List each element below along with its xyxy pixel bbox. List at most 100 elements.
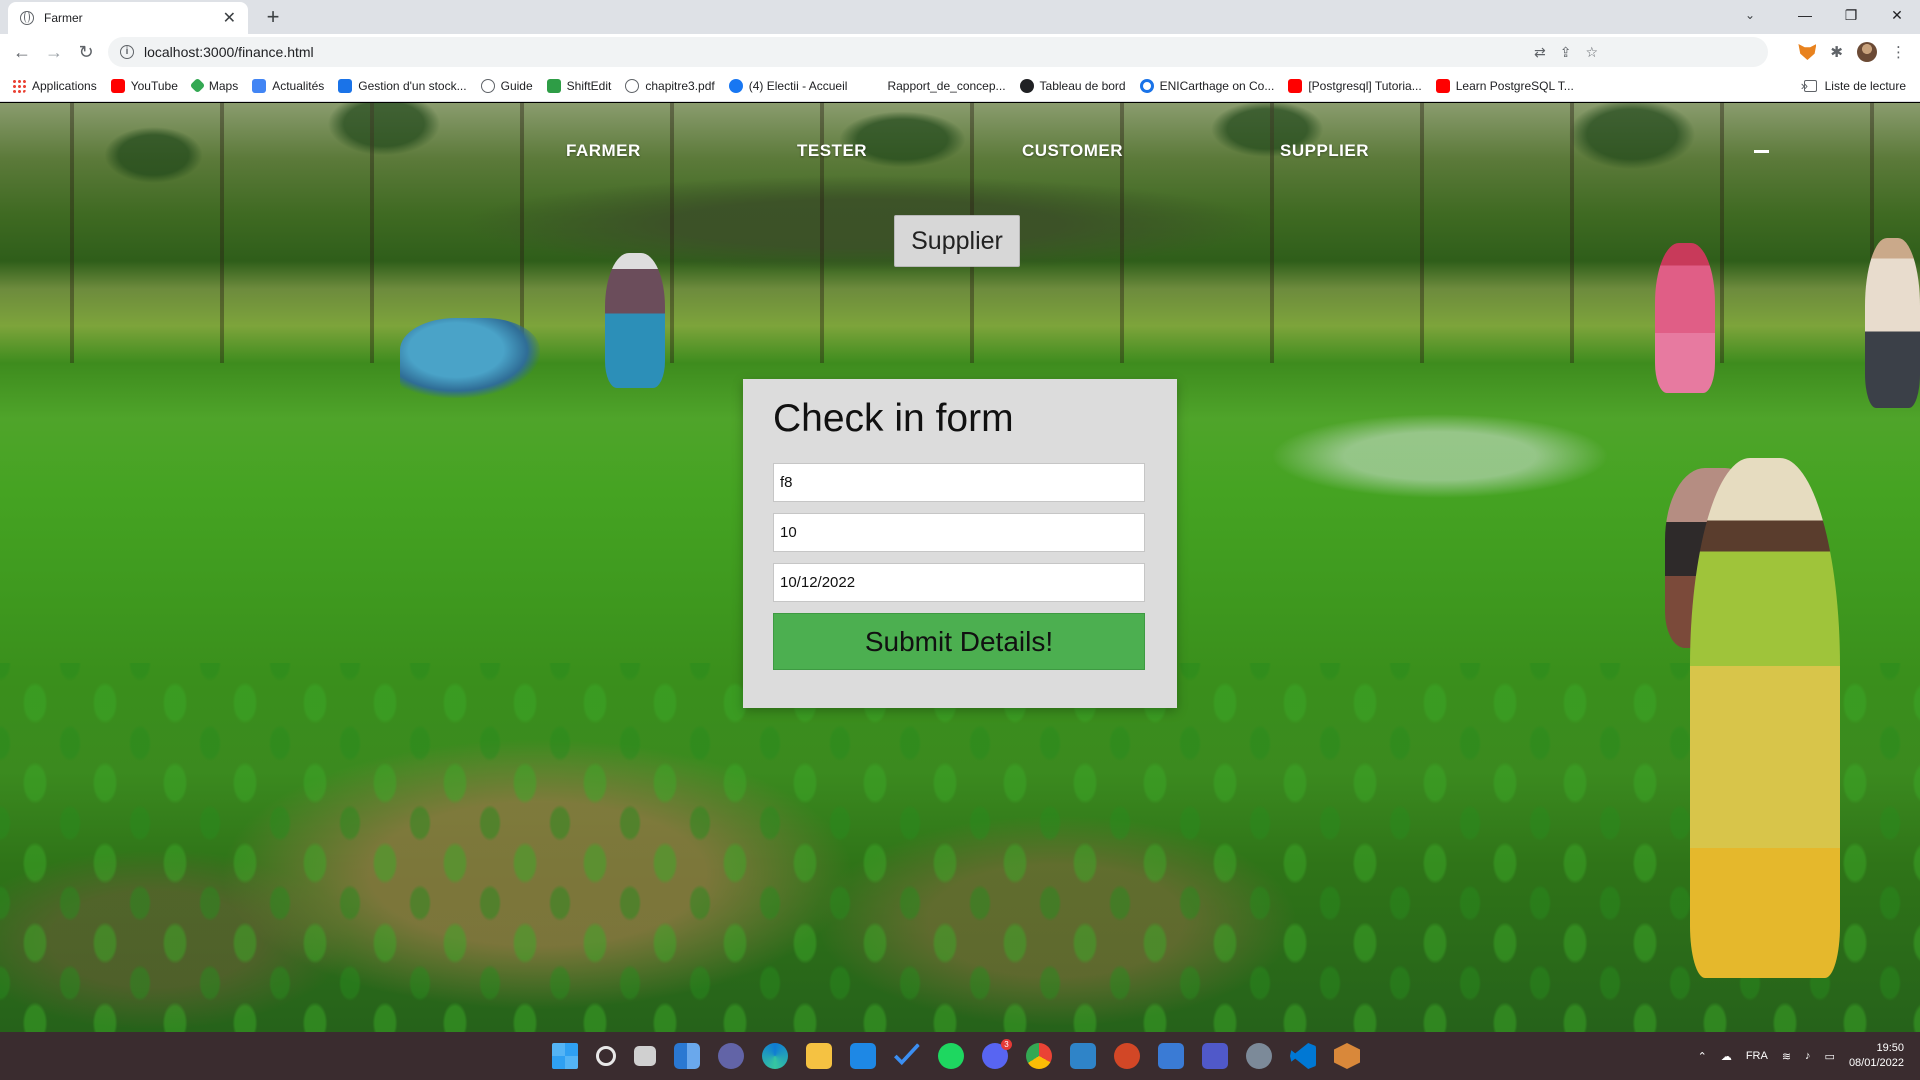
bookmark-tableau-de-bord[interactable]: Tableau de bord bbox=[1019, 78, 1126, 93]
package-box-icon[interactable] bbox=[1334, 1043, 1360, 1069]
url-text[interactable]: localhost:3000/finance.html bbox=[144, 44, 314, 60]
wifi-icon[interactable]: ≋ bbox=[1782, 1050, 1791, 1063]
clock-time: 19:50 bbox=[1876, 1042, 1904, 1054]
tab-close-icon[interactable]: ✕ bbox=[223, 8, 236, 28]
bookmark-actualites[interactable]: Actualités bbox=[252, 78, 324, 93]
reading-list-button[interactable]: Liste de lecture bbox=[1803, 70, 1906, 102]
translate-icon[interactable]: ⇄ bbox=[1534, 44, 1546, 61]
facebook-icon bbox=[728, 78, 743, 93]
youtube-icon bbox=[1435, 78, 1450, 93]
field-quantity-input[interactable] bbox=[773, 513, 1145, 552]
address-bar[interactable]: i localhost:3000/finance.html ⇄ ⇪ ☆ bbox=[108, 37, 1768, 67]
bookmark-guide[interactable]: Guide bbox=[480, 78, 533, 93]
background-farmer-figure bbox=[1865, 238, 1920, 408]
share-icon[interactable]: ⇪ bbox=[1560, 44, 1572, 61]
bookmark-electii[interactable]: (4) Electii - Accueil bbox=[728, 78, 847, 93]
bookmarks-bar: Applications YouTube Maps Actualités Ges… bbox=[0, 70, 1920, 102]
taskbar-pinned-apps: 3 bbox=[552, 1032, 1360, 1080]
field-date-input[interactable] bbox=[773, 563, 1145, 602]
spotify-icon[interactable] bbox=[938, 1043, 964, 1069]
bookmark-youtube[interactable]: YouTube bbox=[110, 78, 178, 93]
teams-icon[interactable] bbox=[1202, 1043, 1228, 1069]
task-view-icon[interactable] bbox=[634, 1046, 656, 1066]
bookmark-gestion-stock[interactable]: Gestion d'un stock... bbox=[338, 78, 467, 93]
discord-icon[interactable]: 3 bbox=[982, 1039, 1012, 1069]
input-language[interactable]: FRA bbox=[1746, 1050, 1768, 1062]
remote-desktop-icon[interactable] bbox=[1158, 1043, 1184, 1069]
todo-check-icon[interactable] bbox=[894, 1043, 920, 1066]
photos-icon[interactable] bbox=[1070, 1043, 1096, 1069]
nav-supplier[interactable]: SUPPLIER bbox=[1280, 141, 1369, 161]
bookmark-postgresql-tutorial[interactable]: [Postgresql] Tutoria... bbox=[1288, 78, 1422, 93]
profile-avatar[interactable] bbox=[1857, 42, 1877, 62]
background-rice-seedlings bbox=[0, 663, 1920, 1032]
widgets-icon[interactable] bbox=[674, 1043, 700, 1069]
globe-icon bbox=[20, 11, 34, 25]
browser-toolbar: ← → ↻ i localhost:3000/finance.html ⇄ ⇪ … bbox=[0, 34, 1920, 70]
bookmark-applications[interactable]: Applications bbox=[12, 78, 97, 93]
mail-icon[interactable] bbox=[850, 1043, 876, 1069]
windows-taskbar: 3 ⌃ ☁ FRA ≋ ♪ ▭ 19:50 08/01/2022 bbox=[0, 1032, 1920, 1080]
submit-details-button[interactable]: Submit Details! bbox=[773, 613, 1145, 670]
nav-tester[interactable]: TESTER bbox=[797, 141, 867, 161]
menu-kebab-icon[interactable]: ⋮ bbox=[1891, 43, 1906, 61]
windows-start-icon[interactable] bbox=[552, 1043, 578, 1069]
battery-icon[interactable]: ▭ bbox=[1825, 1050, 1835, 1063]
reload-icon[interactable]: ↻ bbox=[72, 38, 100, 66]
globe-icon bbox=[480, 78, 495, 93]
clock[interactable]: 19:50 08/01/2022 bbox=[1849, 1041, 1904, 1071]
bookmark-learn-postgresql[interactable]: Learn PostgreSQL T... bbox=[1435, 78, 1574, 93]
onedrive-cloud-icon[interactable]: ☁ bbox=[1721, 1050, 1732, 1063]
back-arrow-icon[interactable]: ← bbox=[8, 38, 36, 66]
bookmark-maps[interactable]: Maps bbox=[189, 77, 238, 94]
bookmark-star-icon[interactable]: ☆ bbox=[1585, 44, 1598, 61]
settings-gear-icon[interactable] bbox=[1246, 1043, 1272, 1069]
minimize-icon[interactable]: — bbox=[1782, 0, 1828, 30]
window-controls: — ❐ ✕ bbox=[1782, 0, 1920, 30]
coursera-icon bbox=[1139, 78, 1154, 93]
supplier-role-button[interactable]: Supplier bbox=[894, 215, 1020, 267]
browser-tab[interactable]: Farmer ✕ bbox=[8, 2, 248, 34]
field-id-input[interactable] bbox=[773, 463, 1145, 502]
youtube-icon bbox=[110, 78, 125, 93]
menu-toggle-icon[interactable] bbox=[1754, 150, 1769, 153]
nav-farmer[interactable]: FARMER bbox=[566, 141, 641, 161]
extensions-puzzle-icon[interactable]: ✱ bbox=[1830, 43, 1843, 61]
edge-browser-icon[interactable] bbox=[762, 1043, 788, 1069]
restore-icon[interactable]: ❐ bbox=[1828, 0, 1874, 30]
bookmark-enicarthage[interactable]: ENICarthage on Co... bbox=[1139, 78, 1274, 93]
nav-customer[interactable]: CUSTOMER bbox=[1022, 141, 1123, 161]
metamask-fox-icon[interactable] bbox=[1798, 44, 1817, 60]
close-window-icon[interactable]: ✕ bbox=[1874, 0, 1920, 30]
site-info-icon[interactable]: i bbox=[120, 45, 134, 59]
bookmark-chapitre3[interactable]: chapitre3.pdf bbox=[625, 78, 715, 93]
github-icon bbox=[1019, 78, 1034, 93]
background-farmer-figure bbox=[1690, 458, 1840, 978]
reading-list-icon bbox=[1803, 80, 1817, 92]
globe-icon bbox=[625, 78, 640, 93]
bookmark-shiftedit[interactable]: ShiftEdit bbox=[546, 78, 611, 93]
form-title: Check in form bbox=[773, 397, 1014, 440]
background-farmer-figure bbox=[400, 318, 540, 398]
teams-chat-icon[interactable] bbox=[718, 1043, 744, 1069]
vscode-icon[interactable] bbox=[1290, 1043, 1316, 1069]
tab-search-chevron-icon[interactable]: ⌄ bbox=[1730, 0, 1770, 30]
youtube-icon bbox=[1288, 78, 1303, 93]
background-farmer-figure bbox=[605, 253, 665, 388]
system-tray: ⌃ ☁ FRA ≋ ♪ ▭ 19:50 08/01/2022 bbox=[1698, 1032, 1920, 1080]
bookmark-rapport[interactable]: Rapport_de_concep... bbox=[887, 79, 1005, 93]
forward-arrow-icon[interactable]: → bbox=[40, 38, 68, 66]
browser-tab-strip: Farmer ✕ + ⌄ — ❐ ✕ bbox=[0, 0, 1920, 34]
volume-icon[interactable]: ♪ bbox=[1805, 1050, 1811, 1062]
file-explorer-icon[interactable] bbox=[806, 1043, 832, 1069]
new-tab-button[interactable]: + bbox=[260, 4, 286, 30]
shiftedit-icon bbox=[546, 78, 561, 93]
clock-date: 08/01/2022 bbox=[1848, 1057, 1904, 1069]
tray-chevron-up-icon[interactable]: ⌃ bbox=[1698, 1050, 1707, 1063]
chrome-icon[interactable] bbox=[1026, 1043, 1052, 1069]
background-farmer-figure bbox=[1655, 243, 1715, 393]
powerpoint-icon[interactable] bbox=[1114, 1043, 1140, 1069]
search-icon[interactable] bbox=[596, 1046, 616, 1066]
check-in-form: Check in form Submit Details! bbox=[743, 379, 1177, 708]
page-background-rice-field: FARMER TESTER CUSTOMER SUPPLIER Supplier… bbox=[0, 103, 1920, 1032]
